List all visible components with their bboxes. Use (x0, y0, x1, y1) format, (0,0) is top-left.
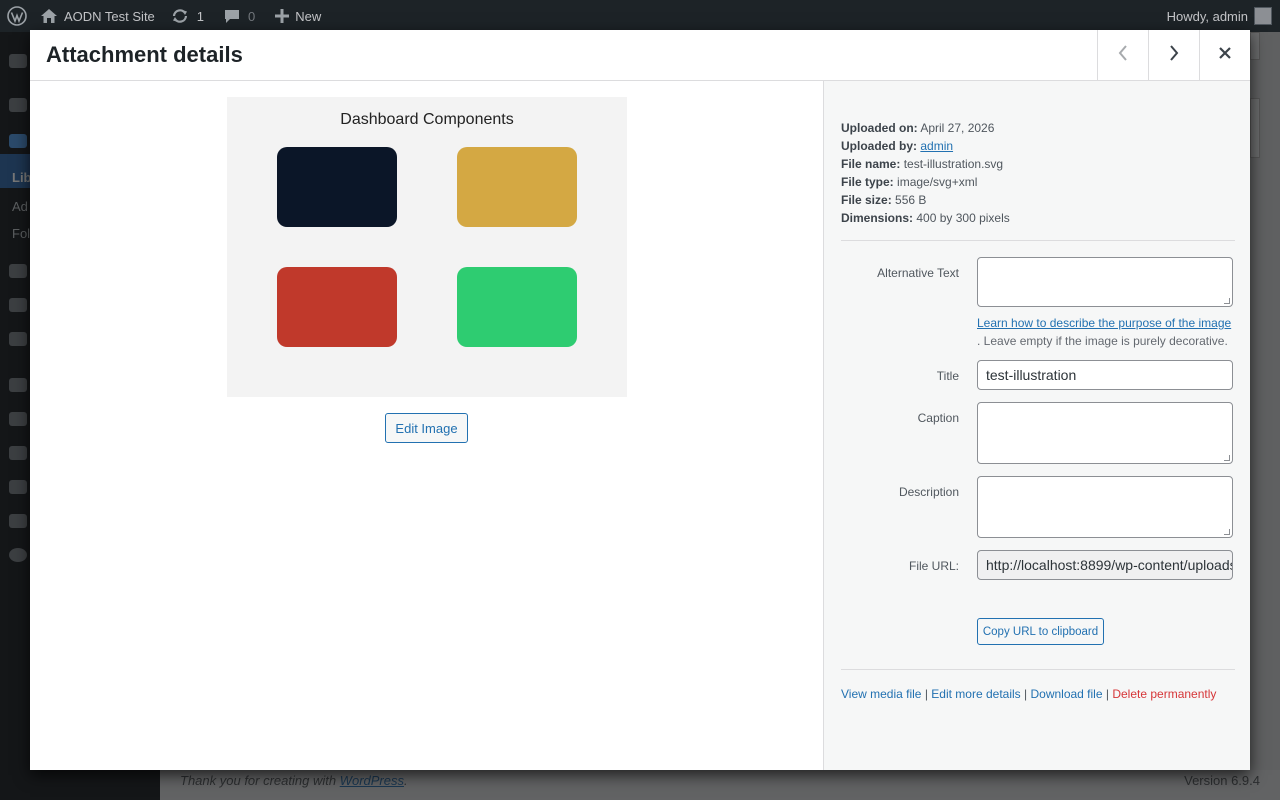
my-account-link[interactable]: Howdy, admin (1159, 0, 1280, 32)
attachment-preview: Dashboard Components Edit Image (30, 81, 823, 770)
howdy-text: Howdy, admin (1166, 8, 1248, 24)
tools-icon (9, 480, 27, 494)
description-field[interactable] (977, 476, 1233, 538)
attachment-info-sidebar: Uploaded on: April 27, 2026 Uploaded by:… (823, 81, 1250, 770)
uploaded-by: Uploaded by: admin (841, 139, 954, 153)
file-metadata: Uploaded on: April 27, 2026 Uploaded by:… (841, 119, 1235, 227)
delete-permanently-link[interactable]: Delete permanently (1112, 687, 1216, 701)
file-type: File type: image/svg+xml (841, 175, 978, 189)
admin-footer: Thank you for creating with WordPress. V… (160, 770, 1280, 800)
modal-header: Attachment details (30, 30, 1250, 81)
close-button[interactable] (1199, 30, 1250, 80)
file-name: File name: test-illustration.svg (841, 157, 1004, 171)
attachment-actions: View media file | Edit more details | Do… (841, 687, 1217, 701)
file-url-label: File URL: (908, 559, 959, 573)
file-url-field[interactable]: http://localhost:8899/wp-content/uploads… (977, 550, 1233, 580)
sidebar-sub-folders: Fol (12, 226, 31, 241)
attachment-details-modal: Attachment details Dashboard Components … (30, 30, 1250, 770)
divider (841, 669, 1235, 670)
resize-handle-icon[interactable] (1224, 529, 1230, 535)
edit-more-details-link[interactable]: Edit more details (931, 687, 1020, 701)
comments-count: 0 (248, 8, 256, 24)
media-icon (9, 134, 27, 148)
alt-text-help-link[interactable]: Learn how to describe the purpose of the… (977, 314, 1237, 332)
download-file-link[interactable]: Download file (1030, 687, 1102, 701)
updates-count: 1 (196, 8, 205, 24)
divider (841, 240, 1235, 241)
screen-options-ghost (1250, 32, 1260, 60)
posts-icon (9, 98, 27, 112)
plus-icon (275, 9, 290, 23)
sidebar-sub-add: Ad (12, 199, 28, 214)
avatar (1254, 7, 1272, 25)
comments-icon (9, 298, 27, 312)
caption-field[interactable] (977, 402, 1233, 464)
updates-link[interactable]: 1 (163, 0, 212, 32)
site-name: AODN Test Site (64, 8, 155, 24)
swatch-gold (457, 147, 577, 227)
pages-icon (9, 264, 27, 278)
sidebar-sub-library: Lib (12, 170, 32, 185)
dimensions: Dimensions: 400 by 300 pixels (841, 211, 1010, 225)
footer-version: Version 6.9.4 (1184, 773, 1260, 788)
new-content-link[interactable]: New (263, 0, 329, 32)
resize-handle-icon[interactable] (1224, 455, 1230, 461)
alt-text-label: Alternative Text (877, 266, 959, 280)
chevron-left-icon (1117, 44, 1129, 66)
file-size: File size: 556 B (841, 193, 927, 207)
swatch-green (457, 267, 577, 347)
footer-wordpress-link: WordPress (339, 773, 404, 788)
updates-icon (171, 8, 189, 24)
collapse-menu-icon (9, 548, 27, 562)
title-field[interactable]: test-illustration (977, 360, 1233, 390)
swatch-red (277, 267, 397, 347)
copy-url-button[interactable]: Copy URL to clipboard (977, 618, 1104, 645)
alt-text-help: Learn how to describe the purpose of the… (977, 314, 1237, 350)
site-name-link[interactable]: AODN Test Site (35, 0, 163, 32)
comments-link[interactable]: 0 (212, 0, 263, 32)
previous-button[interactable] (1097, 30, 1148, 80)
new-label: New (295, 8, 322, 24)
close-icon (1218, 46, 1232, 65)
admin-bar: AODN Test Site 1 0 New Howdy, admin (0, 0, 1280, 32)
settings-icon (9, 514, 27, 528)
home-icon (41, 9, 57, 23)
resize-handle-icon[interactable] (1224, 298, 1230, 304)
modal-title: Attachment details (46, 42, 243, 67)
swatch-navy (277, 147, 397, 227)
alt-text-help-text: . Leave empty if the image is purely dec… (977, 334, 1228, 348)
wordpress-logo-icon[interactable] (0, 0, 35, 32)
footer-thanks: Thank you for creating with WordPress. (180, 773, 408, 788)
edit-image-button[interactable]: Edit Image (385, 413, 468, 443)
dashboard-icon (9, 54, 27, 68)
caption-label: Caption (917, 411, 959, 425)
comment-bubble-icon (224, 9, 240, 24)
next-button[interactable] (1148, 30, 1199, 80)
appearance-icon (9, 378, 27, 392)
uploaded-on: Uploaded on: April 27, 2026 (841, 121, 995, 135)
alt-text-field[interactable] (977, 257, 1233, 307)
image-title-text: Dashboard Components (340, 111, 514, 128)
view-media-file-link[interactable]: View media file (841, 687, 921, 701)
filter-box-ghost (1250, 98, 1260, 158)
users-icon (9, 446, 27, 460)
feedback-icon (9, 332, 27, 346)
chevron-right-icon (1168, 44, 1180, 66)
plugins-icon (9, 412, 27, 426)
attachment-image: Dashboard Components (227, 97, 627, 397)
title-label: Title (936, 369, 959, 383)
uploaded-by-link[interactable]: admin (920, 139, 953, 153)
description-label: Description (898, 485, 959, 499)
